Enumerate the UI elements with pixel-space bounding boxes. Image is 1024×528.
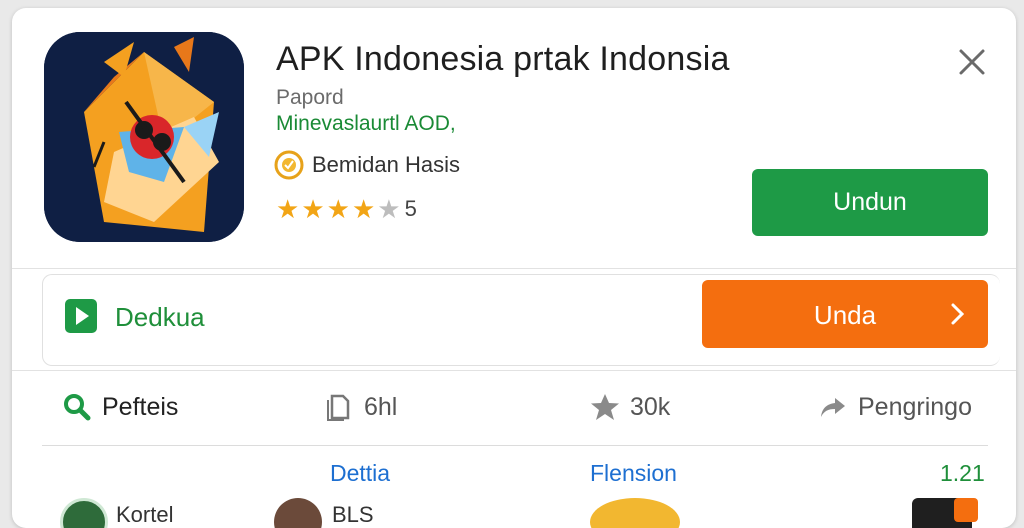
stat-details[interactable]: Pefteis [62, 392, 178, 422]
stat-share[interactable]: Pengringo [818, 392, 972, 422]
download-apk-button[interactable]: Unda [702, 280, 988, 348]
badge-row: Bemidan Hasis [274, 150, 460, 180]
bottom-row: Kortel BLS [12, 498, 1016, 528]
share-icon [821, 398, 845, 417]
search-icon [64, 394, 91, 421]
developer-link[interactable]: Minevaslaurtl AOD, [276, 112, 456, 136]
stat-size: 6hl [324, 392, 397, 422]
tab-details[interactable]: Dettia [330, 460, 390, 487]
bottom-item-label: Kortel [116, 502, 174, 527]
star-icon: ★ [326, 194, 350, 224]
thumbnail-image[interactable] [590, 498, 680, 528]
promo-label: Dedkua [115, 302, 205, 332]
divider [12, 268, 1016, 269]
avatar[interactable] [274, 498, 322, 528]
star-icon: ★ [276, 194, 300, 224]
version-value: 1.21 [940, 460, 985, 486]
stat-share-label: Pengringo [858, 392, 972, 421]
rating-stars: ★ ★ ★ ★ ★ 5 [276, 196, 417, 222]
play-store-icon [65, 299, 97, 333]
half-star-icon: ★ [377, 194, 401, 224]
app-logo-icon [44, 32, 244, 242]
app-icon[interactable] [44, 32, 244, 242]
stat-size-label: 6hl [364, 392, 398, 421]
download-apk-label: Unda [813, 300, 877, 330]
star-icon: ★ [301, 194, 325, 224]
star-icon [591, 394, 619, 420]
install-button[interactable]: Undun [752, 169, 988, 236]
rating-count: 5 [404, 196, 417, 221]
app-detail-card: APK Indonesia prtak Indonsia Papord Mine… [12, 8, 1016, 528]
file-icon [327, 394, 350, 421]
divider [12, 370, 1016, 371]
badge-label: Bemidan Hasis [312, 152, 460, 177]
star-icon: ★ [351, 194, 376, 224]
close-icon[interactable] [956, 46, 988, 78]
stat-reviews-label: 30k [630, 392, 671, 421]
tab-version[interactable]: Flension [590, 460, 677, 487]
award-badge-icon [274, 150, 304, 180]
bottom-item-label: BLS [332, 502, 374, 527]
avatar[interactable] [60, 498, 108, 528]
app-subtitle: Papord [276, 86, 344, 109]
thumbnail-image[interactable] [954, 498, 978, 522]
divider [42, 445, 988, 446]
stat-details-label: Pefteis [102, 392, 179, 421]
chevron-right-icon [951, 303, 965, 325]
app-title: APK Indonesia prtak Indonsia [276, 40, 730, 78]
stat-reviews: 30k [590, 392, 670, 422]
